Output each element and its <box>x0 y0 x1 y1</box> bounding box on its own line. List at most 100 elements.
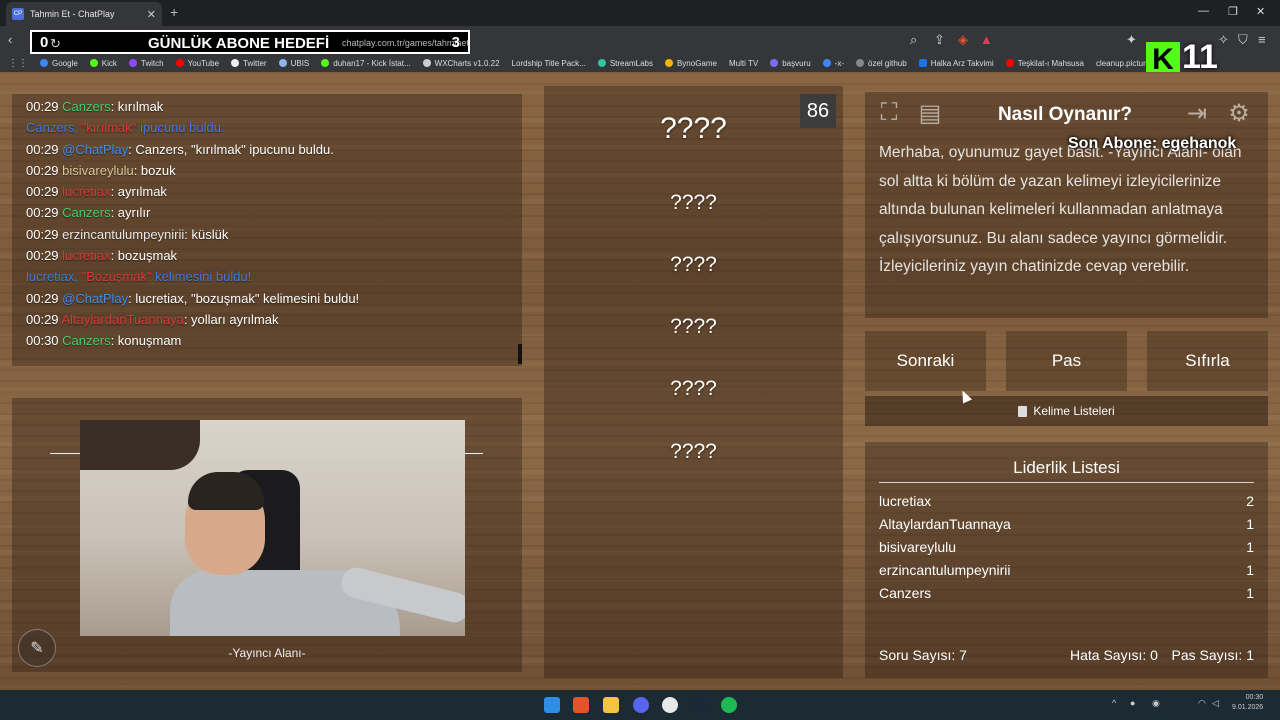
chat-timestamp: 00:29 <box>26 248 63 264</box>
browser-tab[interactable]: CP Tahmin Et - ChatPlay ✕ <box>6 2 162 26</box>
chat-message: 00:29 @ChatPlay: lucretiax, "bozuşmak" k… <box>26 288 508 309</box>
tray-steam-icon[interactable]: ◉ <box>1152 698 1160 709</box>
book-icon <box>1018 405 1028 417</box>
pen-icon[interactable]: ✎ <box>18 629 56 667</box>
tab-close-icon[interactable]: ✕ <box>147 8 156 21</box>
bookmark-bynogame[interactable]: BynoGame <box>664 59 717 68</box>
steam-icon[interactable] <box>691 697 707 713</box>
player-name: lucretiax <box>879 493 932 509</box>
chat-panel[interactable]: 00:29 Canzers: kırılmak Canzers, "kırılma… <box>12 94 522 366</box>
chat-scrollbar[interactable] <box>518 344 522 364</box>
last-subscriber-overlay: Son Abone: egehanok <box>1068 135 1237 152</box>
tray-app-icon[interactable]: ● <box>1130 698 1135 708</box>
player-name: bisivareylulu <box>879 539 957 555</box>
bookmark-halka-arz[interactable]: Halka Arz Takvimi <box>918 59 994 68</box>
volume-icon[interactable]: ◁ <box>1212 698 1219 709</box>
bookmark-multitv[interactable]: Multi TV <box>729 59 758 68</box>
notes-icon[interactable]: ▤ <box>913 96 947 130</box>
vpn-icon[interactable]: ⛉ <box>1238 32 1248 48</box>
calendar-icon <box>918 59 927 67</box>
settings-gear-icon[interactable]: ⚙ <box>1222 96 1256 130</box>
window-close-icon[interactable]: ✕ <box>1256 5 1265 18</box>
brave-shield-icon[interactable]: ◈ <box>958 32 968 48</box>
player-score: 1 <box>1246 585 1254 601</box>
chat-message: 00:30 Canzers: konuşmam <box>26 330 508 351</box>
spotify-icon[interactable] <box>721 697 737 713</box>
how-to-play-text: Merhaba, oyunumuz gayet basit. -Yayıncı … <box>879 144 1242 275</box>
maximize-icon[interactable]: ❐ <box>1228 5 1238 18</box>
chatplay-favicon-icon: CP <box>12 8 24 20</box>
extensions-icon[interactable]: ✦ <box>1126 32 1137 48</box>
goal-title: GÜNLÜK ABONE HEDEFİ <box>148 35 330 52</box>
system-clock[interactable]: 00:30 9.01.2026 <box>1232 693 1263 713</box>
google-icon <box>40 59 48 67</box>
subscriber-goal-overlay: 0 ↻ GÜNLÜK ABONE HEDEFİ chatplay.com.tr/… <box>30 30 470 54</box>
chat-timestamp: 00:29 <box>26 162 63 178</box>
bookmark-youtube[interactable]: YouTube <box>175 59 219 68</box>
bookmark-lordship[interactable]: Lordship Title Pack... <box>512 59 586 68</box>
bookmark-kick-stats[interactable]: duhan17 - Kick İstat... <box>321 59 411 68</box>
bookmark-streamlabs[interactable]: StreamLabs <box>597 59 653 68</box>
logout-icon[interactable]: ⇥ <box>1180 96 1214 130</box>
tray-chevron-icon[interactable]: ^ <box>1112 698 1116 708</box>
bookmark-kick[interactable]: Kick <box>89 59 117 68</box>
chat-timestamp: 00:29 <box>26 226 63 242</box>
divider <box>50 453 80 454</box>
x-icon <box>231 59 240 67</box>
player-name: erzincantulumpeynirii <box>879 562 1011 578</box>
forbidden-word: ???? <box>670 315 717 338</box>
bookmark-ubis[interactable]: UBIS <box>278 59 309 68</box>
player-name: Canzers <box>879 585 932 601</box>
google-icon <box>822 59 831 67</box>
ubis-icon <box>278 59 287 67</box>
bookmark-basvuru[interactable]: başvuru <box>770 59 811 68</box>
minimize-icon[interactable]: — <box>1198 5 1209 17</box>
chat-username: bisivareylulu <box>62 162 134 178</box>
bookmark-google[interactable]: Google <box>40 59 78 68</box>
divider <box>879 482 1254 483</box>
zoom-icon[interactable]: ⌕ <box>910 32 917 48</box>
pass-count: Pas Sayısı: 1 <box>1171 647 1254 663</box>
back-icon[interactable]: ‹ <box>8 32 12 47</box>
brave-rewards-icon[interactable]: ▲ <box>980 32 993 47</box>
reset-button[interactable]: Sıfırla <box>1147 331 1268 391</box>
discord-icon[interactable] <box>633 697 649 713</box>
bookmark-x[interactable]: -x- <box>822 59 844 68</box>
file-explorer-icon[interactable] <box>603 697 619 713</box>
chat-message: lucretiax, "Bozuşmak" kelimesini buldu! <box>26 266 508 287</box>
kick-icon <box>89 59 98 67</box>
apps-icon[interactable]: ⋮⋮ <box>8 58 28 69</box>
bookmark-github[interactable]: özel github <box>856 59 907 68</box>
wifi-icon[interactable]: ◠ <box>1198 698 1206 709</box>
chat-hidden-word: "Bozuşmak" <box>81 269 152 285</box>
leaderboard-row: erzincantulumpeynirii 1 <box>879 562 1254 578</box>
share-icon[interactable]: ⇪ <box>934 32 945 48</box>
bookmark-wxcharts[interactable]: WXCharts v1.0.22 <box>422 59 500 68</box>
fullscreen-icon[interactable]: ⛶ <box>872 96 906 130</box>
address-bar[interactable]: chatplay.com.tr/games/tahminet <box>342 38 469 48</box>
new-tab-icon[interactable]: + <box>170 4 178 20</box>
next-button[interactable]: Sonraki <box>865 331 986 391</box>
windows-start-icon[interactable] <box>544 697 560 713</box>
bookmark-teskilat[interactable]: Teşkilat-ı Mahsusa <box>1005 59 1084 68</box>
pass-button[interactable]: Pas <box>1006 331 1127 391</box>
player-name: AltaylardanTuannaya <box>879 516 1011 532</box>
reload-icon[interactable]: ↻ <box>50 36 61 52</box>
chat-message: 00:29 Canzers: ayrılır <box>26 202 508 223</box>
error-count: Hata Sayısı: 0 <box>1070 647 1158 663</box>
youtube-icon <box>1005 59 1014 67</box>
leaderboard-row: AltaylardanTuannaya 1 <box>879 516 1254 532</box>
obs-icon[interactable] <box>662 697 678 713</box>
streamlabs-icon <box>597 59 606 67</box>
menu-icon[interactable]: ≡ <box>1258 32 1266 47</box>
bookmark-twitch[interactable]: Twitch <box>128 59 164 68</box>
brave-browser-icon[interactable] <box>573 697 589 713</box>
chat-username: AltaylardanTuannaya <box>61 311 184 327</box>
chat-username: Canzers, <box>26 120 82 136</box>
wxcharts-icon <box>422 59 431 67</box>
wallet-icon[interactable]: ✧ <box>1218 32 1229 48</box>
bookmark-twitter[interactable]: Twitter <box>231 59 267 68</box>
browser-tab-bar: CP Tahmin Et - ChatPlay ✕ + — ❐ ✕ <box>0 0 1280 26</box>
word-lists-button[interactable]: Kelime Listeleri <box>865 396 1268 426</box>
chat-timestamp: 00:29 <box>26 311 62 327</box>
